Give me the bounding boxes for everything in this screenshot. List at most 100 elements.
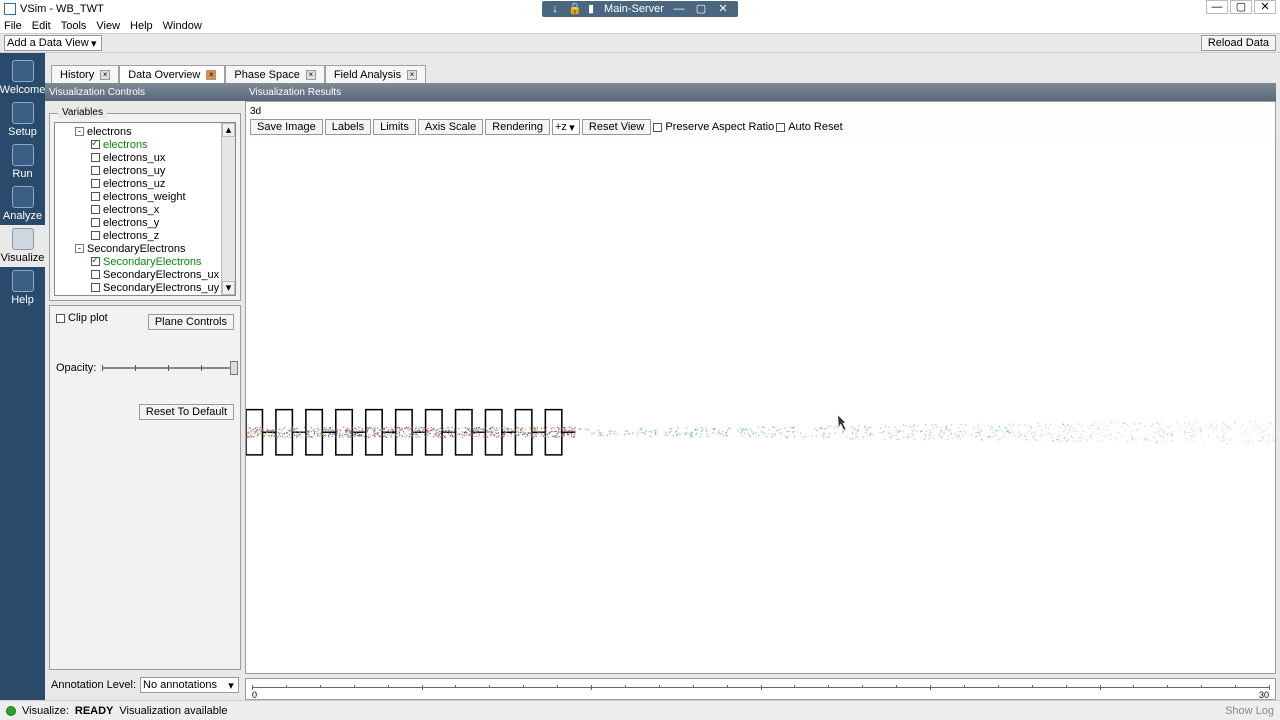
checkbox[interactable] [91, 270, 100, 279]
slider-thumb[interactable] [230, 361, 238, 375]
timeline[interactable]: 0 30 [245, 678, 1276, 700]
checkbox[interactable] [91, 257, 100, 266]
checkbox[interactable] [56, 314, 65, 323]
nav-setup[interactable]: Setup [0, 99, 45, 141]
labels-button[interactable]: Labels [325, 119, 371, 135]
reload-data-button[interactable]: Reload Data [1201, 35, 1276, 51]
collapse-icon[interactable]: - [75, 244, 84, 253]
lock-icon[interactable]: 🔒 [568, 4, 578, 14]
close-icon[interactable]: × [407, 70, 417, 80]
opacity-slider[interactable] [102, 367, 234, 369]
tab-phase-space[interactable]: Phase Space× [225, 65, 324, 83]
variables-box: Variables -electrons electrons electrons… [49, 113, 241, 301]
clip-plot-check[interactable]: Clip plot [56, 312, 108, 324]
tabs-row: History× Data Overview× Phase Space× Fie… [45, 53, 1280, 83]
tab-data-overview[interactable]: Data Overview× [119, 65, 225, 83]
nav-visualize[interactable]: Visualize [0, 225, 45, 267]
server-close-icon[interactable]: ✕ [716, 3, 730, 15]
menu-tools[interactable]: Tools [61, 20, 87, 32]
tree-item[interactable]: electrons_uz [57, 177, 235, 190]
rendering-button[interactable]: Rendering [485, 119, 550, 135]
collapse-icon[interactable]: - [75, 127, 84, 136]
preserve-aspect-check[interactable]: Preserve Aspect Ratio [653, 121, 774, 133]
checkbox[interactable] [91, 231, 100, 240]
checkbox[interactable] [91, 205, 100, 214]
timeline-max: 30 [1259, 690, 1269, 700]
nav-analyze[interactable]: Analyze [0, 183, 45, 225]
tree-item[interactable]: electrons [57, 138, 235, 151]
minimize-button[interactable]: — [1206, 0, 1228, 14]
scroll-down-icon[interactable]: ▾ [222, 281, 235, 295]
tree-label: SecondaryElectrons_uy [103, 282, 219, 294]
checkbox[interactable] [91, 192, 100, 201]
tree-label: electrons_weight [103, 191, 186, 203]
tree-item[interactable]: SecondaryElectrons_ux [57, 268, 235, 281]
checkbox[interactable] [91, 179, 100, 188]
nav-help[interactable]: Help [0, 267, 45, 309]
close-icon[interactable]: × [206, 70, 216, 80]
tab-field-analysis[interactable]: Field Analysis× [325, 65, 426, 83]
nav-label: Help [11, 294, 34, 306]
tree-item[interactable]: electrons_ux [57, 151, 235, 164]
maximize-button[interactable]: ▢ [1230, 0, 1252, 14]
viz-svg [246, 139, 1275, 643]
add-data-view-dropdown[interactable]: Add a Data View ▾ [4, 35, 102, 51]
limits-button[interactable]: Limits [373, 119, 416, 135]
tree-label: SecondaryElectrons [87, 243, 185, 255]
plane-controls-button[interactable]: Plane Controls [148, 314, 234, 330]
checkbox[interactable] [653, 123, 662, 132]
tab-history[interactable]: History× [51, 65, 119, 83]
checkbox[interactable] [776, 123, 785, 132]
checkbox[interactable] [91, 140, 100, 149]
close-icon[interactable]: × [306, 70, 316, 80]
nav-run[interactable]: Run [0, 141, 45, 183]
nav-welcome[interactable]: Welcome [0, 57, 45, 99]
tree-item[interactable]: SecondaryElectrons_uy [57, 281, 235, 294]
scrollbar[interactable]: ▴ ▾ [221, 123, 235, 295]
tree-item[interactable]: electrons_weight [57, 190, 235, 203]
app-icon [4, 3, 16, 15]
tree-item[interactable]: SecondaryElectrons_uz [57, 294, 235, 296]
checkbox[interactable] [91, 283, 100, 292]
tree-item[interactable]: SecondaryElectrons [57, 255, 235, 268]
tree-item[interactable]: electrons_y [57, 216, 235, 229]
tree-node-electrons[interactable]: -electrons [57, 125, 235, 138]
close-button[interactable]: ✕ [1254, 0, 1276, 14]
variables-tree[interactable]: -electrons electrons electrons_ux electr… [54, 122, 236, 296]
menu-view[interactable]: View [96, 20, 120, 32]
show-log-link[interactable]: Show Log [1225, 705, 1274, 717]
tree-item[interactable]: electrons_uy [57, 164, 235, 177]
server-pill: ↓ 🔒 ▮ Main-Server — ▢ ✕ [542, 1, 738, 17]
setup-icon [12, 102, 34, 124]
preserve-label: Preserve Aspect Ratio [665, 121, 774, 133]
axis-direction-dropdown[interactable]: +z▾ [552, 119, 580, 135]
axis-dir-value: +z [555, 121, 567, 133]
server-restore-icon[interactable]: ▢ [694, 3, 708, 15]
visualize-icon [12, 228, 34, 250]
tree-node-secondary[interactable]: -SecondaryElectrons [57, 242, 235, 255]
tree-item[interactable]: electrons_z [57, 229, 235, 242]
menu-edit[interactable]: Edit [32, 20, 51, 32]
axis-scale-button[interactable]: Axis Scale [418, 119, 483, 135]
checkbox[interactable] [91, 166, 100, 175]
status-dot-icon [6, 706, 16, 716]
scroll-up-icon[interactable]: ▴ [222, 123, 235, 137]
reset-default-button[interactable]: Reset To Default [139, 404, 234, 420]
clip-plot-label: Clip plot [68, 312, 108, 324]
signal-icon[interactable]: ▮ [586, 4, 596, 14]
server-minimize-icon[interactable]: — [672, 3, 686, 15]
auto-reset-check[interactable]: Auto Reset [776, 121, 842, 133]
reset-view-button[interactable]: Reset View [582, 119, 651, 135]
checkbox[interactable] [91, 218, 100, 227]
menu-help[interactable]: Help [130, 20, 153, 32]
annotation-dropdown[interactable]: No annotations ▾ [140, 677, 239, 693]
controls-column: Visualization Controls Variables -electr… [45, 83, 245, 700]
download-icon[interactable]: ↓ [550, 4, 560, 14]
checkbox[interactable] [91, 153, 100, 162]
viz-canvas[interactable] [246, 139, 1275, 673]
menu-window[interactable]: Window [163, 20, 202, 32]
close-icon[interactable]: × [100, 70, 110, 80]
menu-file[interactable]: File [4, 20, 22, 32]
save-image-button[interactable]: Save Image [250, 119, 323, 135]
tree-item[interactable]: electrons_x [57, 203, 235, 216]
